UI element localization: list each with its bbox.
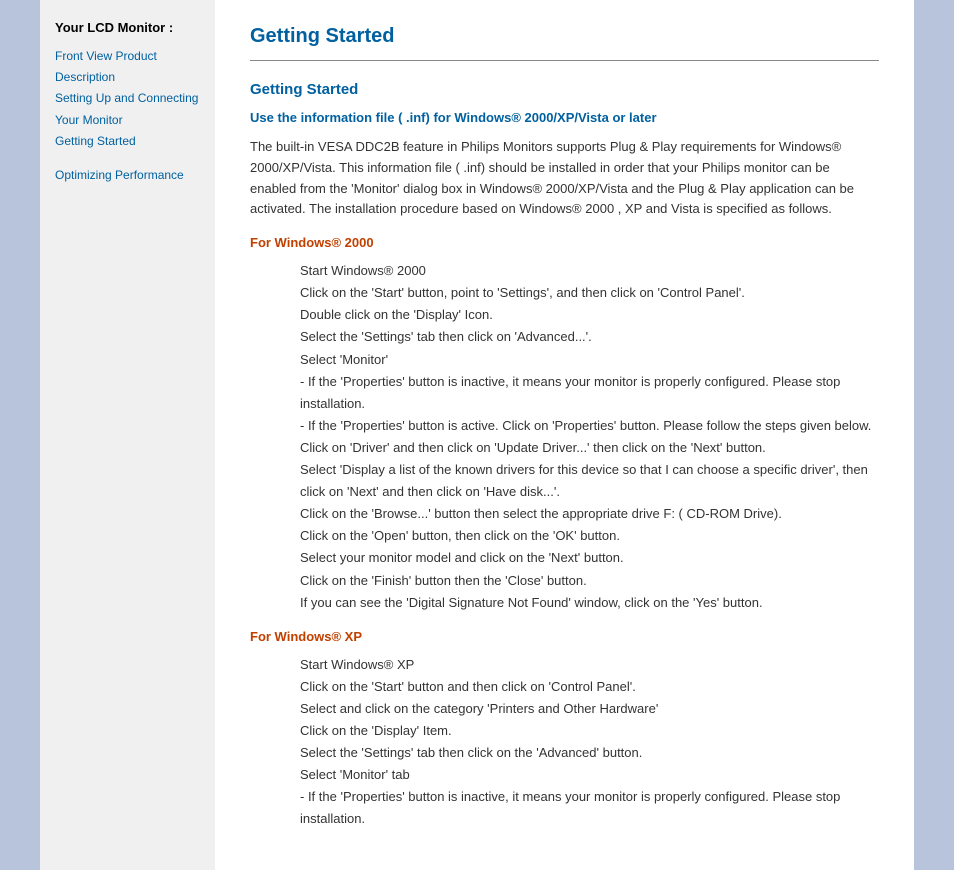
win2000-step-1: Start Windows® 2000 xyxy=(300,260,879,282)
win2000-step-11: Click on the 'Open' button, then click o… xyxy=(300,525,879,547)
left-decorative-panel xyxy=(0,0,40,870)
right-decorative-panel xyxy=(914,0,954,870)
win2000-step-5: Select 'Monitor' xyxy=(300,349,879,371)
sidebar-link-your-monitor[interactable]: Your Monitor xyxy=(55,111,200,130)
winxp-step-7: - If the 'Properties' button is inactive… xyxy=(300,786,879,830)
main-content: Getting Started Getting Started Use the … xyxy=(215,0,914,870)
sidebar-item-description[interactable]: Description xyxy=(55,68,200,87)
sidebar-link-front-view[interactable]: Front View Product xyxy=(55,47,200,66)
sidebar-item-setting-up[interactable]: Setting Up and Connecting xyxy=(55,89,200,108)
win2000-step-3: Double click on the 'Display' Icon. xyxy=(300,304,879,326)
sidebar-item-front-view[interactable]: Front View Product xyxy=(55,47,200,66)
sidebar-item-optimizing[interactable]: Optimizing Performance xyxy=(55,166,200,185)
win2000-steps: Start Windows® 2000 Click on the 'Start'… xyxy=(300,260,879,614)
divider xyxy=(250,60,879,61)
winxp-step-4: Click on the 'Display' Item. xyxy=(300,720,879,742)
sidebar-link-getting-started[interactable]: Getting Started xyxy=(55,132,200,151)
win2000-step-13: Click on the 'Finish' button then the 'C… xyxy=(300,570,879,592)
sidebar-link-description[interactable]: Description xyxy=(55,68,200,87)
winxp-step-3: Select and click on the category 'Printe… xyxy=(300,698,879,720)
sidebar-link-optimizing[interactable]: Optimizing Performance xyxy=(55,166,200,185)
sidebar-nav-secondary: Optimizing Performance xyxy=(55,166,200,185)
win2000-step-4: Select the 'Settings' tab then click on … xyxy=(300,326,879,348)
subtitle: Use the information file ( .inf) for Win… xyxy=(250,110,879,125)
sidebar-nav-primary: Front View Product Description Setting U… xyxy=(55,47,200,151)
win2000-step-12: Select your monitor model and click on t… xyxy=(300,547,879,569)
winxp-step-5: Select the 'Settings' tab then click on … xyxy=(300,742,879,764)
win2000-step-14: If you can see the 'Digital Signature No… xyxy=(300,592,879,614)
sidebar-title: Your LCD Monitor : xyxy=(55,20,200,35)
win2000-step-7: - If the 'Properties' button is active. … xyxy=(300,415,879,437)
winxp-heading: For Windows® XP xyxy=(250,629,879,644)
page-title: Getting Started xyxy=(250,25,879,48)
sidebar-item-getting-started[interactable]: Getting Started xyxy=(55,132,200,151)
winxp-step-1: Start Windows® XP xyxy=(300,654,879,676)
win2000-step-8: Click on 'Driver' and then click on 'Upd… xyxy=(300,437,879,459)
win2000-step-6: - If the 'Properties' button is inactive… xyxy=(300,371,879,415)
sidebar: Your LCD Monitor : Front View Product De… xyxy=(40,0,215,870)
section-heading: Getting Started xyxy=(250,81,879,98)
win2000-step-2: Click on the 'Start' button, point to 'S… xyxy=(300,282,879,304)
intro-text: The built-in VESA DDC2B feature in Phili… xyxy=(250,137,879,220)
winxp-steps: Start Windows® XP Click on the 'Start' b… xyxy=(300,654,879,831)
sidebar-item-your-monitor[interactable]: Your Monitor xyxy=(55,111,200,130)
sidebar-link-setting-up[interactable]: Setting Up and Connecting xyxy=(55,89,200,108)
winxp-step-2: Click on the 'Start' button and then cli… xyxy=(300,676,879,698)
win2000-heading: For Windows® 2000 xyxy=(250,235,879,250)
winxp-step-6: Select 'Monitor' tab xyxy=(300,764,879,786)
win2000-step-10: Click on the 'Browse...' button then sel… xyxy=(300,503,879,525)
win2000-step-9: Select 'Display a list of the known driv… xyxy=(300,459,879,503)
